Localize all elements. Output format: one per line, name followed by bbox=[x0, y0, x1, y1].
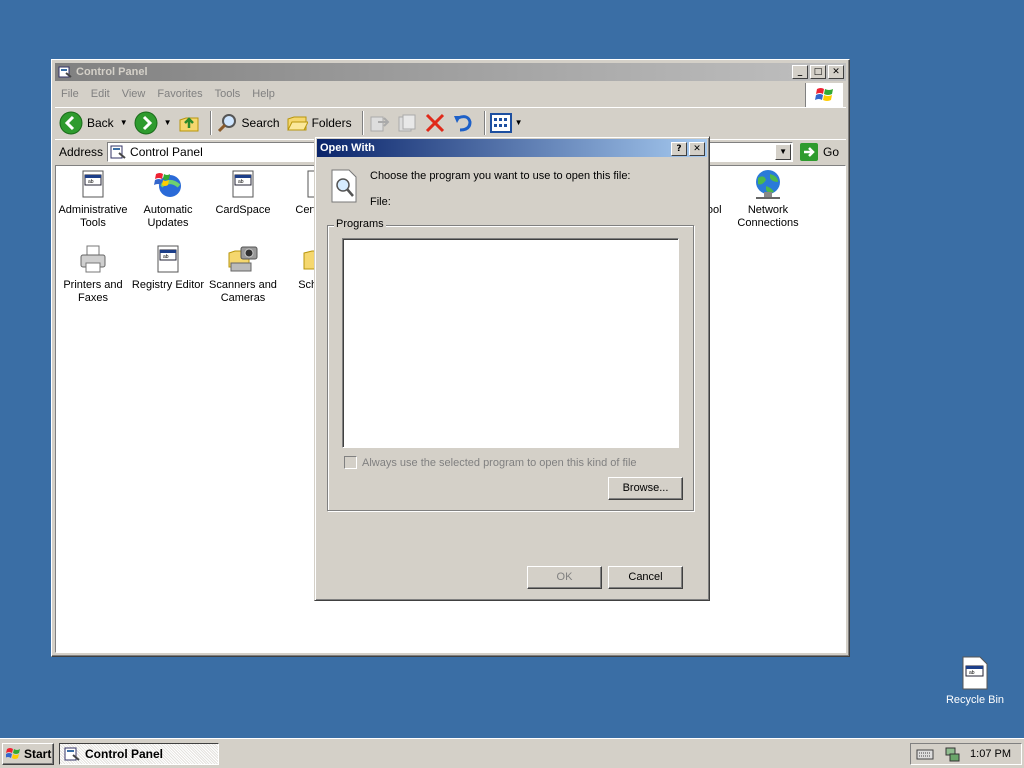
cp-title-bar[interactable]: Control Panel _ □ ✕ bbox=[55, 63, 846, 81]
menu-bar: File Edit View Favorites Tools Help bbox=[55, 83, 846, 107]
cardspace-item[interactable]: ab CardSpace bbox=[205, 168, 281, 217]
move-to-icon bbox=[370, 116, 389, 131]
menu-view[interactable]: View bbox=[116, 88, 152, 100]
copy-to-icon bbox=[398, 114, 416, 131]
up-folder-button[interactable] bbox=[178, 112, 200, 134]
search-button[interactable]: Search bbox=[216, 112, 280, 134]
control-panel-icon bbox=[58, 66, 72, 78]
address-value: Control Panel bbox=[130, 144, 203, 159]
cp-window-title: Control Panel bbox=[76, 66, 148, 78]
automatic-updates-item[interactable]: Automatic Updates bbox=[130, 168, 206, 230]
admin-tools-item[interactable]: ab Administrative Tools bbox=[55, 168, 131, 230]
forward-arrow-icon bbox=[134, 111, 158, 134]
svg-text:ab: ab bbox=[969, 670, 975, 676]
system-tray: 1:07 PM bbox=[910, 743, 1022, 765]
dialog-close-button[interactable]: ✕ bbox=[689, 142, 705, 156]
network-connections-item[interactable]: Network Connections bbox=[730, 168, 806, 230]
always-use-checkbox-row: Always use the selected program to open … bbox=[344, 456, 637, 469]
help-button[interactable]: ? bbox=[671, 142, 687, 156]
delete-button[interactable] bbox=[424, 112, 446, 134]
forward-button[interactable]: ▼ bbox=[134, 111, 172, 135]
dialog-instruction: Choose the program you want to use to op… bbox=[370, 170, 631, 182]
toolbar-separator bbox=[361, 110, 364, 135]
file-label: File: bbox=[370, 196, 391, 208]
programs-group-label: Programs bbox=[334, 218, 386, 230]
recycle-bin-item[interactable]: ab Recycle Bin bbox=[940, 656, 1010, 706]
address-dropdown-icon[interactable]: ▼ bbox=[775, 143, 792, 160]
up-folder-icon bbox=[179, 116, 199, 131]
maximize-button[interactable]: □ bbox=[810, 65, 826, 79]
network-tray-icon[interactable] bbox=[944, 746, 960, 762]
browse-button[interactable]: Browse... bbox=[608, 477, 683, 500]
registry-editor-icon: ab bbox=[157, 245, 179, 273]
start-button[interactable]: Start bbox=[2, 743, 54, 765]
cardspace-icon: ab bbox=[232, 170, 254, 198]
scanners-cameras-item[interactable]: Scanners and Cameras bbox=[205, 243, 281, 305]
menu-tools[interactable]: Tools bbox=[209, 88, 247, 100]
toolbar-separator bbox=[209, 110, 212, 135]
taskbar: Start Control Panel 1:07 PM bbox=[0, 738, 1024, 768]
open-with-file-icon bbox=[331, 169, 357, 203]
scanner-camera-icon bbox=[228, 246, 258, 272]
close-button[interactable]: ✕ bbox=[828, 65, 844, 79]
windows-logo-icon bbox=[805, 83, 843, 107]
standard-toolbar: Back ▼ ▼ Search Folders ▼ bbox=[55, 107, 846, 137]
back-arrow-icon bbox=[59, 111, 83, 134]
folders-icon bbox=[286, 116, 308, 130]
network-connections-icon bbox=[756, 170, 780, 199]
svg-text:ab: ab bbox=[88, 179, 94, 185]
printer-icon bbox=[80, 245, 106, 273]
undo-icon bbox=[453, 114, 472, 131]
go-arrow-icon bbox=[800, 142, 819, 161]
cancel-button[interactable]: Cancel bbox=[608, 566, 683, 589]
undo-button[interactable] bbox=[452, 112, 474, 134]
views-icon bbox=[489, 112, 512, 133]
menu-edit[interactable]: Edit bbox=[85, 88, 116, 100]
forward-dropdown-icon[interactable]: ▼ bbox=[164, 118, 172, 127]
address-label: Address bbox=[59, 144, 104, 159]
taskbar-control-panel-button[interactable]: Control Panel bbox=[59, 743, 219, 765]
delete-x-icon bbox=[425, 113, 444, 132]
folders-button[interactable]: Folders bbox=[286, 112, 352, 134]
svg-text:ab: ab bbox=[163, 254, 169, 260]
menu-file[interactable]: File bbox=[55, 88, 85, 100]
recycle-bin-icon: ab bbox=[962, 656, 988, 690]
go-button[interactable]: Go bbox=[799, 142, 839, 162]
control-panel-small-icon bbox=[110, 145, 126, 159]
minimize-button[interactable]: _ bbox=[792, 65, 808, 79]
admin-tools-icon: ab bbox=[82, 170, 104, 198]
clock[interactable]: 1:07 PM bbox=[970, 748, 1011, 760]
printers-faxes-item[interactable]: Printers and Faxes bbox=[55, 243, 131, 305]
ok-button[interactable]: OK bbox=[527, 566, 602, 589]
windows-flag-icon bbox=[6, 748, 20, 759]
open-with-dialog: Open With ? ✕ Choose the program you wan… bbox=[314, 136, 710, 601]
back-button[interactable]: Back ▼ bbox=[59, 111, 128, 135]
copy-to-button[interactable] bbox=[396, 112, 418, 134]
views-button[interactable]: ▼ bbox=[489, 112, 523, 133]
dialog-title: Open With bbox=[320, 142, 375, 154]
svg-text:ab: ab bbox=[238, 179, 244, 185]
menu-favorites[interactable]: Favorites bbox=[151, 88, 208, 100]
dialog-title-bar[interactable]: Open With ? ✕ bbox=[317, 139, 707, 157]
menu-help[interactable]: Help bbox=[246, 88, 281, 100]
move-to-button[interactable] bbox=[368, 112, 390, 134]
programs-list[interactable] bbox=[342, 238, 679, 448]
registry-editor-item[interactable]: ab Registry Editor bbox=[130, 243, 206, 292]
views-dropdown-icon[interactable]: ▼ bbox=[515, 118, 523, 127]
search-icon bbox=[217, 113, 236, 132]
control-panel-small-icon bbox=[64, 747, 80, 761]
always-use-label: Always use the selected program to open … bbox=[362, 456, 637, 469]
automatic-updates-icon bbox=[154, 173, 181, 197]
back-dropdown-icon[interactable]: ▼ bbox=[120, 118, 128, 127]
always-use-checkbox[interactable] bbox=[344, 456, 357, 469]
toolbar-separator bbox=[483, 110, 486, 135]
keyboard-icon[interactable] bbox=[916, 748, 934, 760]
